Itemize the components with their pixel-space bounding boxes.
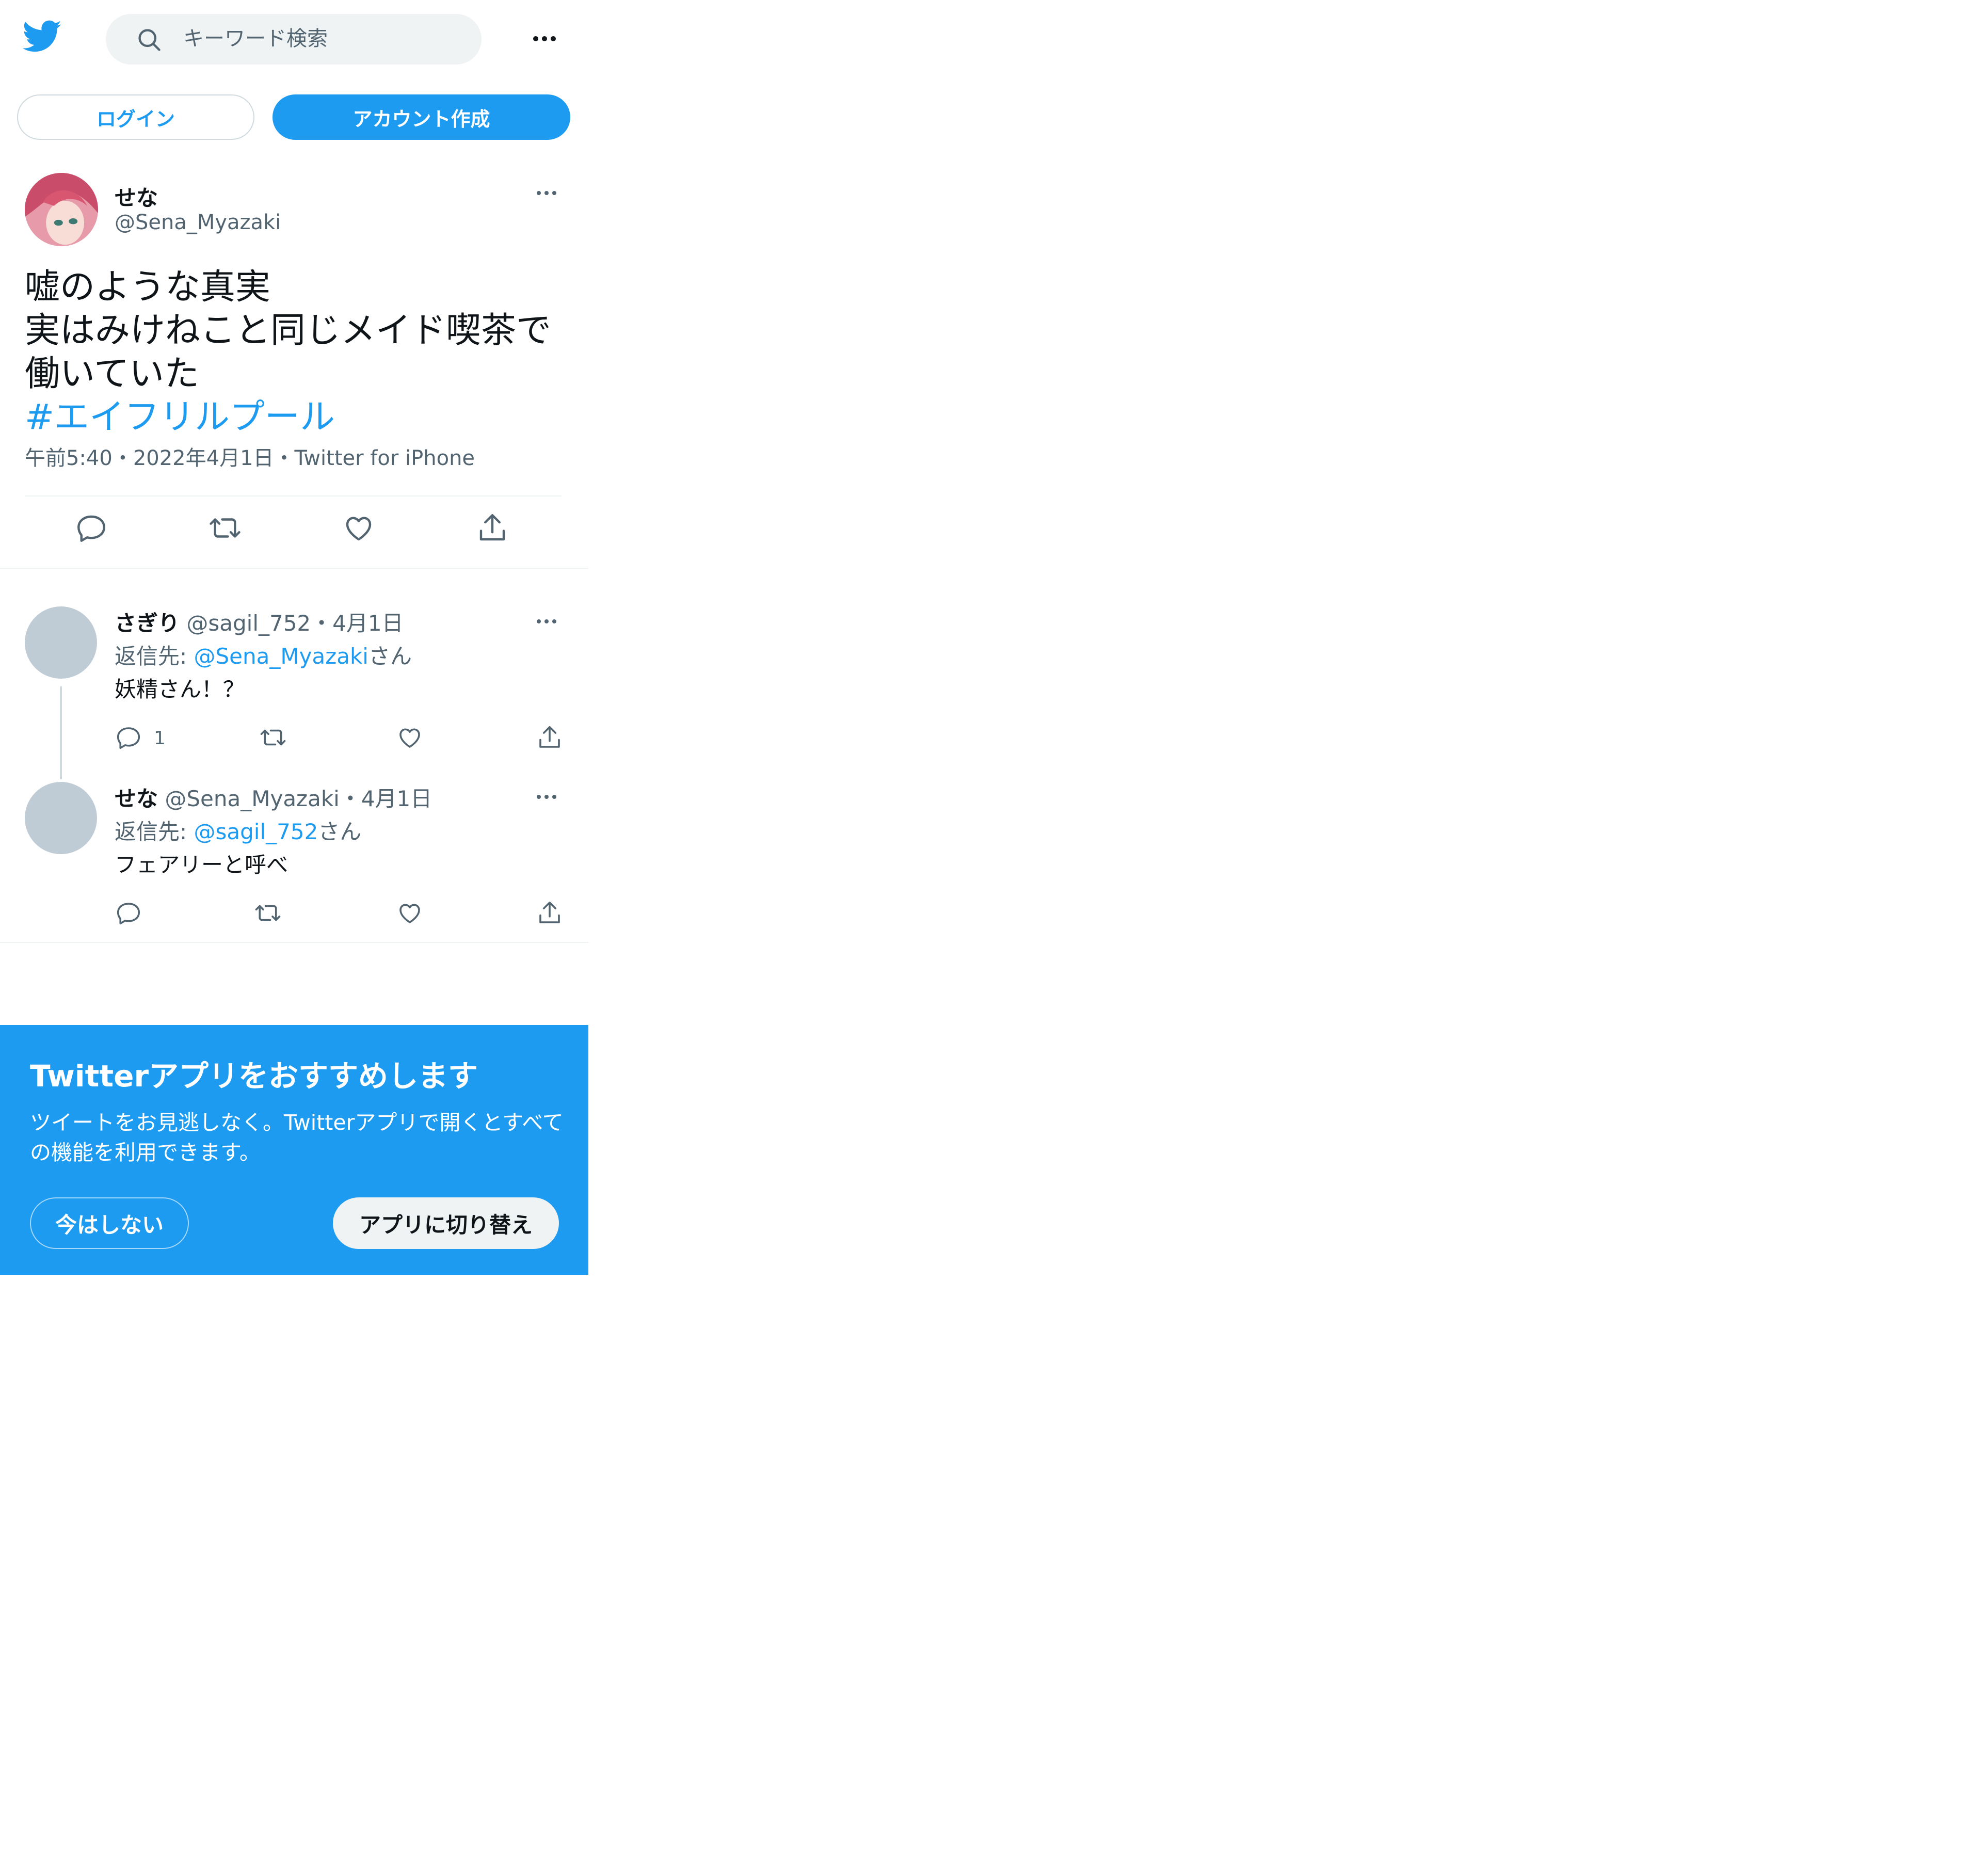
login-button[interactable]: ログイン bbox=[17, 94, 254, 140]
like-icon[interactable] bbox=[342, 511, 376, 545]
retweet-icon[interactable] bbox=[208, 511, 242, 545]
search-icon bbox=[138, 29, 161, 51]
promo-title: Twitterアプリをおすすめします bbox=[30, 1059, 478, 1094]
more-dots-icon[interactable] bbox=[537, 795, 556, 799]
reply-to: 返信先: @sagil_752さん bbox=[115, 819, 362, 844]
more-dots-icon[interactable] bbox=[537, 191, 556, 195]
promo-description: ツイートをお見逃しなく。Twitterアプリで開くとすべての機能を利用できます。 bbox=[30, 1110, 564, 1165]
reply-author-name[interactable]: せな bbox=[115, 786, 158, 811]
divider bbox=[0, 942, 588, 943]
divider bbox=[25, 495, 562, 496]
auth-bar: ログイン アカウント作成 bbox=[0, 77, 588, 155]
tweet-text-line: 嘘のような真実 bbox=[25, 267, 271, 308]
search-box[interactable] bbox=[106, 14, 482, 65]
share-icon[interactable] bbox=[536, 899, 564, 927]
reply-actions: 1 bbox=[115, 724, 569, 755]
twitter-bird-icon[interactable] bbox=[23, 20, 62, 54]
search-input[interactable] bbox=[183, 23, 452, 54]
reply-header: さぎり @sagil_752・4月1日 bbox=[115, 606, 404, 637]
mention-link[interactable]: @sagil_752 bbox=[194, 819, 318, 844]
tweet-text-line: 働いていた bbox=[25, 354, 199, 394]
like-icon[interactable] bbox=[396, 724, 424, 751]
reply-handle-date[interactable]: @sagil_752・4月1日 bbox=[186, 611, 403, 636]
reply-handle-date[interactable]: @Sena_Myazaki・4月1日 bbox=[165, 786, 432, 811]
tweet-text-line: 実はみけねこと同じメイド喫茶で bbox=[25, 310, 552, 351]
retweet-icon[interactable] bbox=[259, 724, 287, 751]
like-icon[interactable] bbox=[396, 899, 424, 927]
divider bbox=[0, 568, 588, 569]
not-now-button[interactable]: 今はしない bbox=[30, 1197, 189, 1249]
tweet-actions bbox=[0, 511, 588, 552]
switch-to-app-button[interactable]: アプリに切り替え bbox=[333, 1197, 559, 1249]
reply-icon[interactable] bbox=[115, 899, 142, 927]
main-tweet: せな @Sena_Myazaki 嘘のような真実 実はみけねこと同じメイド喫茶で… bbox=[0, 155, 588, 588]
share-icon[interactable] bbox=[475, 511, 509, 545]
reply-to: 返信先: @Sena_Myazakiさん bbox=[115, 644, 412, 669]
share-icon[interactable] bbox=[536, 724, 564, 751]
reply-text: フェアリーと呼べ bbox=[115, 852, 288, 877]
avatar[interactable] bbox=[25, 173, 98, 246]
reply-icon[interactable] bbox=[74, 511, 108, 545]
reply-tweet[interactable]: せな @Sena_Myazaki・4月1日 返信先: @sagil_752さん … bbox=[0, 764, 588, 939]
signup-button[interactable]: アカウント作成 bbox=[272, 94, 570, 140]
page-column: ログイン アカウント作成 せな @Sena_Myazaki 嘘のような真実 実は… bbox=[0, 0, 588, 1275]
top-bar bbox=[0, 0, 588, 77]
author-name[interactable]: せな bbox=[115, 181, 158, 212]
avatar[interactable] bbox=[25, 782, 97, 854]
reply-icon[interactable] bbox=[115, 724, 142, 751]
reply-header: せな @Sena_Myazaki・4月1日 bbox=[115, 781, 432, 813]
reply-tweet[interactable]: さぎり @sagil_752・4月1日 返信先: @Sena_Myazakiさん… bbox=[0, 588, 588, 779]
hashtag-link[interactable]: #エイフリルプール bbox=[25, 396, 572, 439]
app-promo-banner: Twitterアプリをおすすめします ツイートをお見逃しなく。Twitterアプ… bbox=[0, 1025, 588, 1275]
tweet-meta[interactable]: 午前5:40・2022年4月1日・Twitter for iPhone bbox=[25, 441, 475, 471]
more-dots-icon[interactable] bbox=[526, 21, 563, 57]
tweet-text: 嘘のような真実 実はみけねこと同じメイド喫茶で 働いていた #エイフリルプール bbox=[25, 266, 572, 439]
retweet-icon[interactable] bbox=[254, 899, 282, 927]
mention-link[interactable]: @Sena_Myazaki bbox=[194, 644, 368, 669]
reply-actions bbox=[115, 899, 569, 930]
reply-text: 妖精さん！？ bbox=[115, 677, 245, 702]
avatar[interactable] bbox=[25, 606, 97, 679]
more-dots-icon[interactable] bbox=[537, 619, 556, 623]
reply-author-name[interactable]: さぎり bbox=[115, 611, 180, 636]
author-handle[interactable]: @Sena_Myazaki bbox=[115, 211, 281, 234]
reply-count: 1 bbox=[154, 728, 166, 749]
